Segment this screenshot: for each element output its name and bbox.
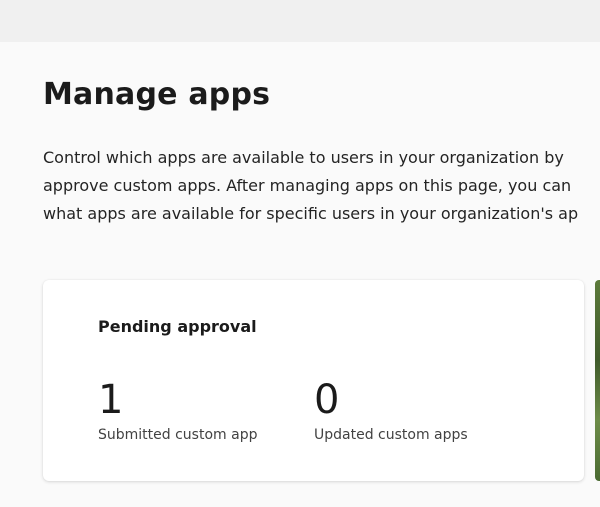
description-line: Control which apps are available to user… — [43, 148, 564, 167]
stat-value: 1 — [98, 377, 124, 423]
description-line: approve custom apps. After managing apps… — [43, 176, 572, 195]
main-content: Manage apps Control which apps are avail… — [0, 42, 600, 507]
description-line: what apps are available for specific use… — [43, 204, 579, 223]
top-bar — [0, 0, 600, 42]
stat-label: Submitted custom app — [98, 427, 258, 443]
updated-custom-apps-stat[interactable]: 0 Updated custom apps — [314, 376, 468, 444]
card-title: Pending approval — [98, 317, 257, 336]
next-card-image — [595, 280, 600, 481]
stat-label: Updated custom apps — [314, 427, 468, 443]
pending-approval-card[interactable]: Pending approval 1 Submitted custom app … — [43, 280, 584, 481]
page-description: Control which apps are available to user… — [43, 144, 600, 228]
page-title: Manage apps — [43, 77, 271, 112]
submitted-custom-apps-stat[interactable]: 1 Submitted custom app — [98, 376, 257, 444]
stat-value: 0 — [314, 377, 340, 423]
